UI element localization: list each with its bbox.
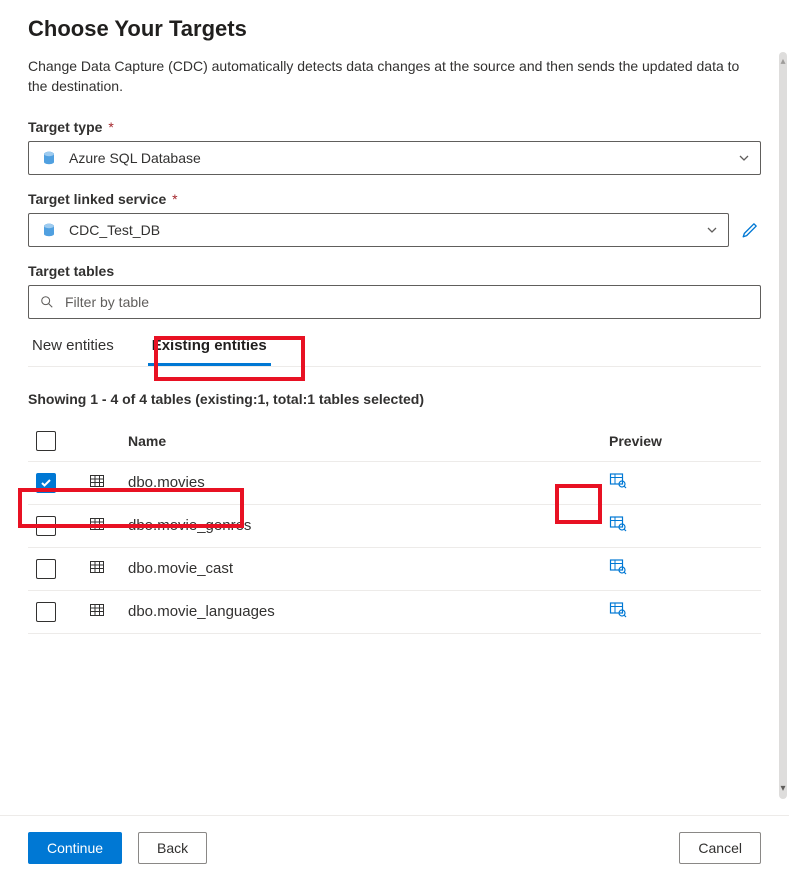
table-row: dbo.movies — [28, 461, 761, 504]
required-asterisk: * — [108, 119, 113, 135]
tab-new-entities-label: New entities — [32, 337, 114, 354]
table-icon — [89, 473, 107, 491]
select-all-checkbox[interactable] — [36, 431, 56, 451]
table-name: dbo.movies — [128, 474, 205, 491]
table-filter-box[interactable] — [28, 285, 761, 319]
sql-database-icon — [39, 220, 59, 240]
row-checkbox[interactable] — [36, 559, 56, 579]
table-icon — [89, 559, 107, 577]
tab-new-entities[interactable]: New entities — [28, 327, 118, 366]
showing-summary: Showing 1 - 4 of 4 tables (existing:1, t… — [28, 391, 761, 407]
target-type-label: Target type * — [28, 119, 761, 135]
preview-button[interactable] — [609, 515, 627, 533]
linked-service-select[interactable]: CDC_Test_DB — [28, 213, 729, 247]
cancel-button[interactable]: Cancel — [679, 832, 761, 864]
back-button[interactable]: Back — [138, 832, 207, 864]
table-name: dbo.movie_genres — [128, 517, 251, 534]
continue-button[interactable]: Continue — [28, 832, 122, 864]
chevron-down-icon — [738, 152, 750, 164]
target-type-select[interactable]: Azure SQL Database — [28, 141, 761, 175]
required-asterisk: * — [172, 191, 177, 207]
table-name: dbo.movie_languages — [128, 603, 275, 620]
preview-button[interactable] — [609, 601, 627, 619]
tab-existing-entities-label: Existing entities — [152, 337, 267, 354]
target-type-label-text: Target type — [28, 119, 102, 135]
page-title: Choose Your Targets — [28, 16, 761, 42]
tables-list: Name Preview dbo.movies dbo.movie_genresd… — [28, 421, 761, 634]
scrollbar[interactable] — [779, 52, 787, 799]
linked-service-label-text: Target linked service — [28, 191, 166, 207]
preview-button[interactable] — [609, 558, 627, 576]
target-type-field: Target type * Azure SQL Database — [28, 119, 761, 175]
column-header-preview[interactable]: Preview — [601, 421, 761, 462]
linked-service-label: Target linked service * — [28, 191, 761, 207]
table-row: dbo.movie_cast — [28, 547, 761, 590]
tab-existing-entities[interactable]: Existing entities — [148, 327, 271, 366]
footer-bar: Continue Back Cancel — [0, 815, 789, 879]
row-checkbox[interactable] — [36, 602, 56, 622]
target-tables-field: Target tables — [28, 263, 761, 319]
search-icon — [39, 294, 55, 310]
chevron-down-icon — [706, 224, 718, 236]
table-filter-input[interactable] — [63, 293, 750, 311]
table-name: dbo.movie_cast — [128, 560, 233, 577]
sql-database-icon — [39, 148, 59, 168]
preview-button[interactable] — [609, 472, 627, 490]
table-row: dbo.movie_genres — [28, 504, 761, 547]
column-header-name[interactable]: Name — [120, 421, 601, 462]
entity-tabs: New entities Existing entities — [28, 327, 761, 367]
target-tables-label: Target tables — [28, 263, 761, 279]
row-checkbox[interactable] — [36, 516, 56, 536]
row-checkbox[interactable] — [36, 473, 56, 493]
target-type-value: Azure SQL Database — [69, 150, 738, 166]
table-row: dbo.movie_languages — [28, 590, 761, 633]
table-icon — [89, 602, 107, 620]
main-scroll-area: Choose Your Targets Change Data Capture … — [0, 0, 789, 805]
page-description: Change Data Capture (CDC) automatically … — [28, 56, 761, 97]
table-icon — [89, 516, 107, 534]
linked-service-field: Target linked service * CDC_Test_DB — [28, 191, 761, 247]
linked-service-value: CDC_Test_DB — [69, 222, 706, 238]
edit-linked-service-button[interactable] — [739, 219, 761, 241]
scroll-down-arrow[interactable]: ▾ — [778, 783, 788, 793]
